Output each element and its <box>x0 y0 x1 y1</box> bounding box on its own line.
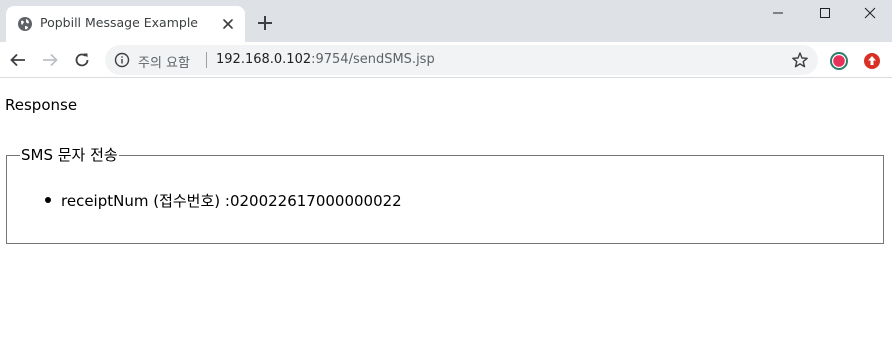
result-list: receiptNum (접수번호) :020022617000000022 <box>45 190 402 211</box>
upload-extension-icon[interactable] <box>862 51 882 71</box>
reload-icon[interactable] <box>73 51 91 69</box>
tab-strip: Popbill Message Example <box>0 0 892 42</box>
record-extension-icon[interactable] <box>829 51 849 71</box>
window-close-icon[interactable] <box>860 4 880 22</box>
omnibox-divider <box>206 52 207 68</box>
url-path: :9754/sendSMS.jsp <box>311 52 435 67</box>
url-text[interactable]: 192.168.0.102:9754/sendSMS.jsp <box>216 52 435 67</box>
bullet-icon <box>45 197 51 203</box>
list-item: receiptNum (접수번호) :020022617000000022 <box>45 190 402 211</box>
arrow-left-icon[interactable] <box>9 51 27 69</box>
globe-icon <box>18 17 32 31</box>
plus-icon[interactable] <box>256 14 274 32</box>
maximize-icon[interactable] <box>815 4 835 22</box>
close-icon[interactable] <box>220 16 236 32</box>
info-icon[interactable] <box>114 52 130 68</box>
tab-title: Popbill Message Example <box>40 15 198 30</box>
receipt-num-text: receiptNum (접수번호) :020022617000000022 <box>61 192 402 210</box>
star-icon[interactable] <box>791 51 809 69</box>
address-bar[interactable]: 주의 요함 192.168.0.102:9754/sendSMS.jsp <box>105 45 818 75</box>
arrow-right-icon[interactable] <box>41 51 59 69</box>
security-label[interactable]: 주의 요함 <box>138 52 190 71</box>
minimize-icon[interactable] <box>768 4 788 22</box>
browser-toolbar: 주의 요함 192.168.0.102:9754/sendSMS.jsp <box>0 42 892 78</box>
page-content: Response SMS 문자 전송 receiptNum (접수번호) :02… <box>0 79 892 340</box>
url-host: 192.168.0.102 <box>216 52 312 67</box>
page-heading: Response <box>5 96 78 114</box>
result-fieldset: SMS 문자 전송 receiptNum (접수번호) :02002261700… <box>6 146 884 244</box>
tab-popbill[interactable]: Popbill Message Example <box>6 6 245 42</box>
fieldset-legend: SMS 문자 전송 <box>20 146 119 164</box>
